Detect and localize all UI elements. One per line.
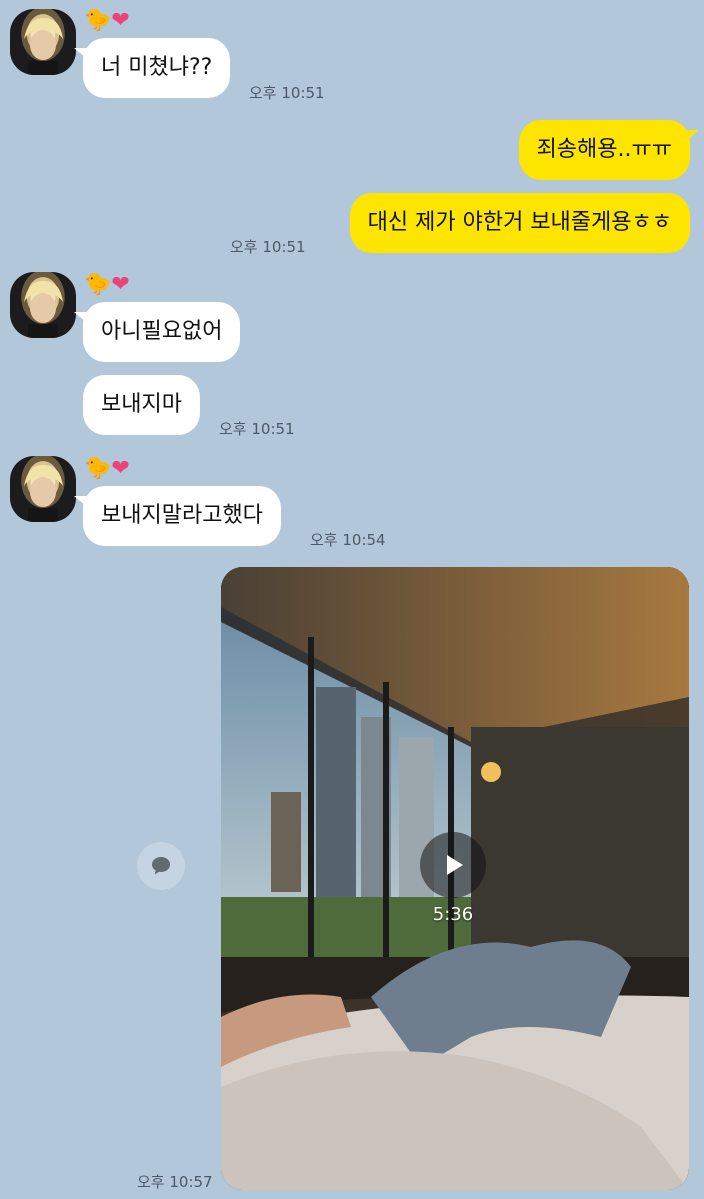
avatar-face-icon xyxy=(24,464,63,522)
incoming-message-2[interactable]: 아니필요없어 xyxy=(73,302,241,362)
message-text: 너 미쳤냐?? xyxy=(101,55,213,80)
sender-avatar[interactable] xyxy=(10,272,76,338)
play-button[interactable] xyxy=(420,832,486,898)
incoming-message-1[interactable]: 너 미쳤냐?? xyxy=(73,38,231,98)
avatar-face-icon xyxy=(24,280,63,338)
outgoing-message-2[interactable]: 대신 제가 야한거 보내줄게용ㅎㅎ xyxy=(349,193,690,253)
message-time: 오후 10:51 xyxy=(249,84,325,102)
chick-emoji: 🐤 xyxy=(84,272,112,297)
sender-name: 🐤❤ xyxy=(84,456,130,482)
sender-avatar[interactable] xyxy=(10,456,76,522)
share-button[interactable] xyxy=(137,842,185,890)
heart-emoji: ❤ xyxy=(111,8,130,33)
chick-emoji: 🐤 xyxy=(84,8,112,33)
message-text: 죄송해용..ㅠㅠ xyxy=(536,137,672,162)
message-text: 보내지말라고했다 xyxy=(101,503,263,528)
speech-bubble-icon xyxy=(152,857,170,875)
outgoing-message-1[interactable]: 죄송해용..ㅠㅠ xyxy=(518,120,700,180)
message-text: 보내지마 xyxy=(101,392,182,417)
message-time: 오후 10:51 xyxy=(230,238,306,256)
heart-emoji: ❤ xyxy=(111,456,130,481)
message-time: 오후 10:51 xyxy=(219,420,295,438)
incoming-message-4[interactable]: 보내지말라고했다 xyxy=(74,486,281,546)
incoming-message-3[interactable]: 보내지마 xyxy=(83,375,200,435)
avatar-face-icon xyxy=(24,17,63,75)
sender-name: 🐤❤ xyxy=(84,272,130,298)
video-duration: 5:36 xyxy=(432,904,474,925)
chick-emoji: 🐤 xyxy=(84,456,112,481)
message-time: 오후 10:57 xyxy=(137,1173,213,1191)
message-text: 대신 제가 야한거 보내줄게용ㅎㅎ xyxy=(367,210,672,235)
message-time: 오후 10:54 xyxy=(310,531,386,549)
play-icon xyxy=(447,855,463,875)
message-text: 아니필요없어 xyxy=(101,319,223,344)
heart-emoji: ❤ xyxy=(111,272,130,297)
sender-name: 🐤❤ xyxy=(84,8,130,34)
sender-avatar[interactable] xyxy=(10,9,76,75)
